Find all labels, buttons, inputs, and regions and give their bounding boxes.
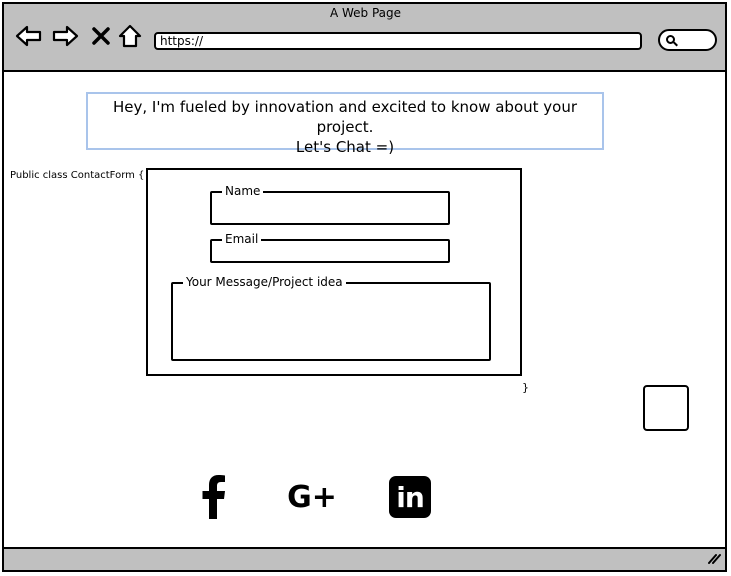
code-open-label: Public class ContactForm { <box>10 170 145 181</box>
email-label: Email <box>222 232 262 246</box>
status-bar <box>2 547 727 572</box>
home-icon[interactable] <box>116 22 144 50</box>
back-arrow-icon[interactable] <box>15 22 43 50</box>
name-label: Name <box>222 184 264 198</box>
contact-form: Name Email Your Message/Project idea <box>146 168 522 376</box>
forward-arrow-icon[interactable] <box>51 22 79 50</box>
facebook-icon[interactable] <box>193 472 235 522</box>
search-button[interactable] <box>658 29 717 51</box>
email-field[interactable]: Email <box>210 232 450 263</box>
linkedin-icon[interactable]: in <box>388 472 432 522</box>
name-field[interactable]: Name <box>210 184 450 225</box>
hero-banner: Hey, I'm fueled by innovation and excite… <box>86 92 604 156</box>
message-label: Your Message/Project idea <box>183 275 346 289</box>
code-close-label: } <box>522 381 529 394</box>
google-plus-icon[interactable]: G+ <box>282 472 342 522</box>
hero-line-1: Hey, I'm fueled by innovation and excite… <box>112 98 578 136</box>
hero-line-2: Let's Chat =) <box>295 138 395 156</box>
checkbox-placeholder[interactable] <box>643 385 689 431</box>
window-title: A Web Page <box>329 6 402 20</box>
url-bar[interactable]: https:// <box>154 32 642 50</box>
message-field[interactable]: Your Message/Project idea <box>171 275 491 361</box>
resize-grip-icon[interactable] <box>707 549 721 568</box>
close-icon[interactable] <box>87 22 115 50</box>
